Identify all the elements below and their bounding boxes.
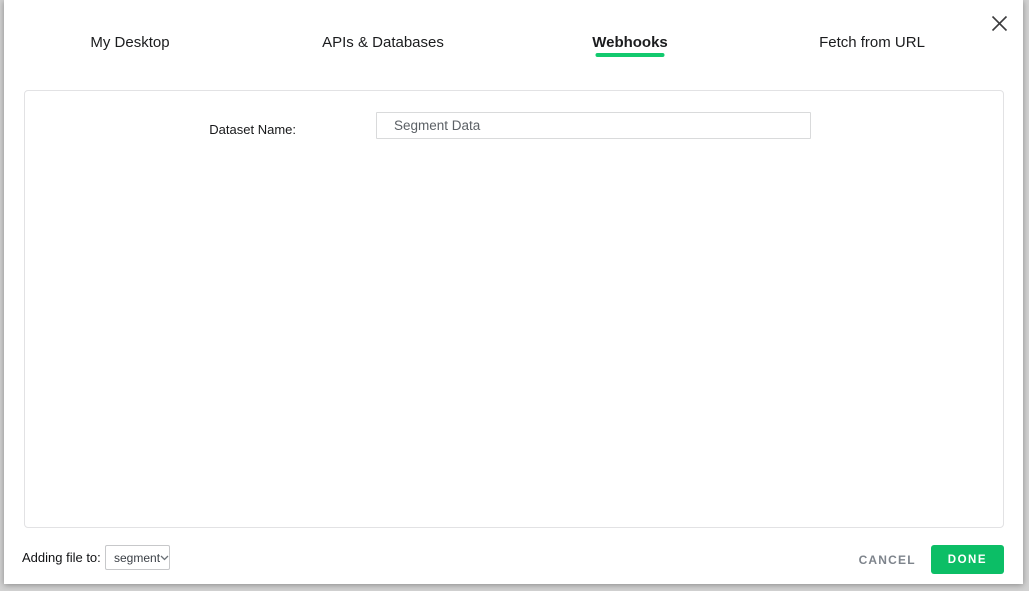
dataset-name-input[interactable] — [376, 112, 811, 139]
webhooks-panel: Dataset Name: — [24, 90, 1004, 528]
tab-my-desktop[interactable]: My Desktop — [90, 34, 169, 51]
done-button[interactable]: DONE — [930, 545, 1004, 574]
close-button[interactable] — [989, 13, 1009, 33]
tab-webhooks[interactable]: Webhooks — [592, 34, 668, 51]
cancel-button[interactable]: CANCEL — [859, 553, 916, 567]
folder-select[interactable]: segment — [105, 545, 170, 570]
folder-select-value: segment — [114, 550, 161, 565]
adding-file-to-label: Adding file to: — [22, 550, 101, 565]
close-icon — [991, 15, 1008, 32]
tab-apis-databases[interactable]: APIs & Databases — [322, 34, 444, 51]
chevron-down-icon — [160, 555, 169, 561]
dataset-name-label: Dataset Name: — [209, 122, 296, 137]
active-tab-underline — [595, 53, 665, 57]
footer-actions: CANCEL DONE — [859, 545, 1004, 574]
tab-fetch-from-url[interactable]: Fetch from URL — [819, 34, 925, 51]
add-dataset-modal: My Desktop APIs & Databases Webhooks Fet… — [4, 0, 1023, 584]
